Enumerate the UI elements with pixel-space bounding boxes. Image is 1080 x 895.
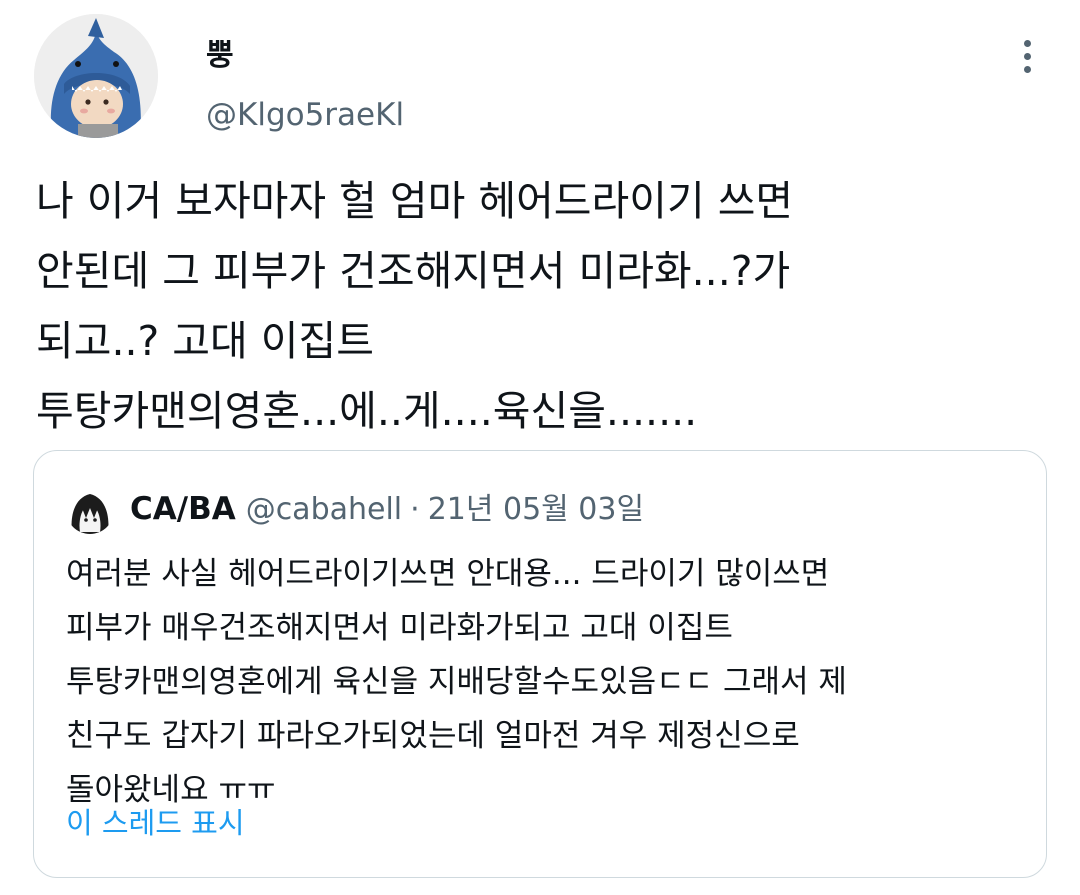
quoted-text-line: 친구도 갑자기 파라오가되었는데 얼마전 겨우 제정신으로 <box>66 718 800 754</box>
tweet-text: 나 이거 보자마자 헐 엄마 헤어드라이기 쓰면 안된데 그 피부가 건조해지면… <box>36 166 1046 446</box>
tweet-text-line: 나 이거 보자마자 헐 엄마 헤어드라이기 쓰면 <box>36 177 794 225</box>
quoted-author-handle[interactable]: @cabahell <box>246 492 402 527</box>
tweet-text-line: 안된데 그 피부가 건조해지면서 미라화...?가 <box>36 247 791 295</box>
shark-costume-plush-avatar <box>34 14 158 138</box>
quoted-text-line: 피부가 매우건조해지면서 미라화가되고 고대 이집트 <box>66 610 733 646</box>
quoted-text-line: 투탕카맨의영혼에게 육신을 지배당할수도있음ㄷㄷ 그래서 제 <box>66 664 847 700</box>
more-options-button[interactable] <box>1008 34 1048 78</box>
tweet-text-line: 되고..? 고대 이집트 <box>36 317 374 365</box>
tweet-text-line: 투탕카맨의영혼...에..게....육신을....... <box>36 387 698 435</box>
author-handle[interactable]: @Klgo5raeKl <box>206 96 404 134</box>
quoted-tweet-text: 여러분 사실 헤어드라이기쓰면 안대용... 드라이기 많이쓰면 피부가 매우건… <box>66 547 1026 817</box>
quoted-author-display-name[interactable]: CA/BA <box>130 491 236 527</box>
quoted-tweet-header: CA/BA @cabahell · 21년 05월 03일 <box>130 485 644 538</box>
show-thread-link[interactable]: 이 스레드 표시 <box>66 803 245 843</box>
quoted-author-avatar[interactable] <box>66 486 114 534</box>
tweet: 뿡 @Klgo5raeKl 나 이거 보자마자 헐 엄마 헤어드라이기 쓰면 안… <box>0 0 1080 895</box>
header-separator: · <box>410 492 420 527</box>
author-display-name[interactable]: 뿡 <box>206 38 234 74</box>
quoted-text-line: 여러분 사실 헤어드라이기쓰면 안대용... 드라이기 많이쓰면 <box>66 556 830 592</box>
anime-character-avatar <box>66 486 114 534</box>
quoted-tweet-card[interactable]: CA/BA @cabahell · 21년 05월 03일 여러분 사실 헤어드라이기… <box>33 450 1047 878</box>
quoted-tweet-date[interactable]: 21년 05월 03일 <box>428 492 644 527</box>
author-avatar[interactable] <box>34 14 158 138</box>
